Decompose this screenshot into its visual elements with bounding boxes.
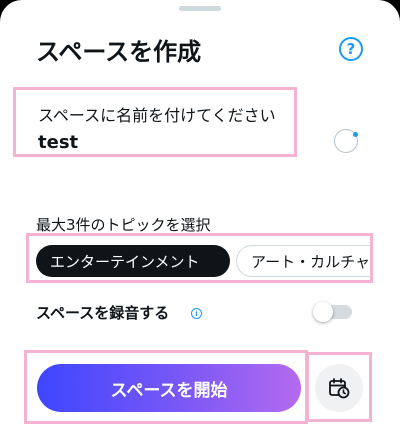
topic-select-label: 最大3件のトピックを選択	[36, 216, 211, 234]
schedule-button-area	[306, 352, 372, 422]
schedule-button[interactable]	[315, 364, 363, 412]
calendar-clock-icon	[329, 378, 350, 399]
create-space-sheet: スペースを作成 ? スペースに名前を付けてください test 最大3件のトピック…	[0, 0, 400, 448]
spinner-icon	[334, 129, 358, 153]
info-icon[interactable]: i	[191, 308, 202, 319]
start-button-area: スペースを開始	[24, 350, 308, 424]
record-space-label: スペースを録音する	[36, 304, 170, 322]
space-name-input[interactable]: test	[38, 132, 78, 153]
sheet-grabber[interactable]	[179, 6, 221, 11]
space-name-field[interactable]: スペースに名前を付けてください test	[13, 87, 297, 157]
start-space-button[interactable]: スペースを開始	[37, 364, 301, 412]
page-title: スペースを作成	[36, 38, 202, 66]
topic-chip-art-culture[interactable]: アート・カルチャー	[236, 245, 370, 277]
space-name-label: スペースに名前を付けてください	[38, 106, 276, 125]
toggle-knob	[313, 302, 333, 322]
topic-chip-row[interactable]: エンターテインメント アート・カルチャー	[26, 233, 373, 283]
record-toggle[interactable]	[313, 302, 352, 322]
question-circle-icon[interactable]: ?	[339, 37, 363, 61]
topic-chip-entertainment[interactable]: エンターテインメント	[36, 245, 230, 277]
